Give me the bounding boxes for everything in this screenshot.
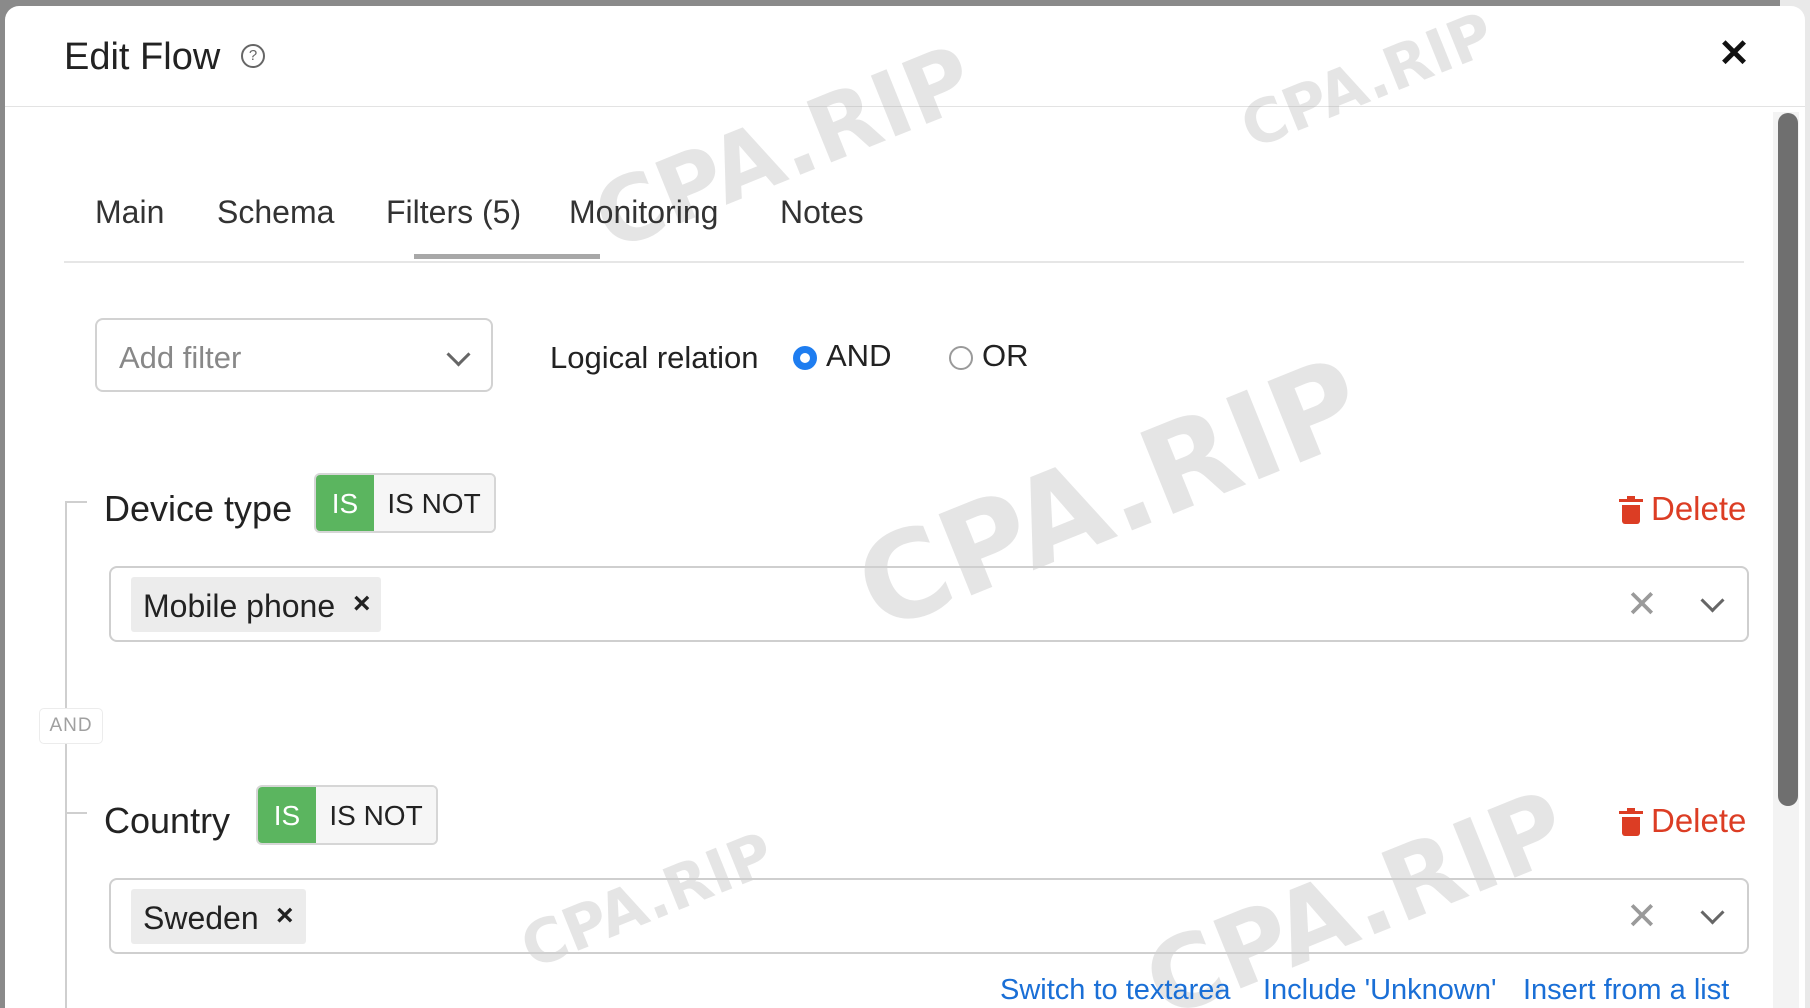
tree-connector: [65, 501, 67, 1008]
chevron-down-icon[interactable]: [1700, 900, 1725, 925]
trash-icon[interactable]: [1619, 808, 1643, 836]
filter-label-country: Country: [104, 800, 231, 841]
scrollbar-thumb[interactable]: [1778, 113, 1798, 806]
is-toggle-device-type: IS IS NOT: [314, 473, 496, 533]
add-filter-select[interactable]: Add filter: [95, 318, 493, 392]
is-not-button[interactable]: IS NOT: [316, 787, 436, 843]
include-unknown-link[interactable]: Include 'Unknown': [1263, 974, 1497, 1007]
is-not-button[interactable]: IS NOT: [374, 475, 494, 531]
is-button[interactable]: IS: [316, 475, 374, 531]
clear-icon[interactable]: ✕: [1626, 894, 1658, 939]
country-select[interactable]: Sweden × ✕: [109, 878, 1749, 954]
is-toggle-country: IS IS NOT: [256, 785, 438, 845]
switch-to-textarea-link[interactable]: Switch to textarea: [1000, 974, 1231, 1007]
selected-chip: Mobile phone ×: [131, 577, 381, 632]
clear-icon[interactable]: ✕: [1626, 582, 1658, 627]
delete-country-button[interactable]: Delete: [1651, 802, 1746, 840]
selected-chip: Sweden ×: [131, 889, 306, 944]
add-filter-placeholder: Add filter: [119, 340, 242, 375]
chevron-down-icon[interactable]: [1700, 588, 1725, 613]
tab-schema[interactable]: Schema: [217, 194, 334, 231]
chevron-down-icon: [446, 342, 471, 367]
tab-filters[interactable]: Filters (5): [386, 194, 521, 231]
tree-connector: [65, 812, 87, 814]
chip-label: Mobile phone: [143, 588, 336, 624]
insert-from-list-link[interactable]: Insert from a list: [1523, 974, 1729, 1007]
modal-title: Edit Flow: [64, 36, 221, 78]
edit-flow-modal: Edit Flow ? ✕ CPA.RIP CPA.RIP CPA.RIP CP…: [5, 6, 1805, 1008]
chip-label: Sweden: [143, 900, 259, 936]
logical-relation-label: Logical relation: [550, 340, 759, 375]
tab-monitoring[interactable]: Monitoring: [569, 194, 718, 231]
chip-remove-icon[interactable]: ×: [353, 587, 371, 621]
chip-remove-icon[interactable]: ×: [276, 899, 294, 933]
is-button[interactable]: IS: [258, 787, 316, 843]
tab-notes[interactable]: Notes: [780, 194, 864, 231]
modal-header: Edit Flow ? ✕: [5, 6, 1805, 107]
radio-or[interactable]: [949, 346, 973, 370]
tree-connector: [65, 501, 87, 503]
filter-label-device-type: Device type: [104, 488, 293, 529]
radio-and-label[interactable]: AND: [826, 338, 891, 374]
tab-bar: Main Schema Filters (5) Monitoring Notes: [64, 176, 1744, 263]
tab-main[interactable]: Main: [95, 194, 164, 231]
radio-and[interactable]: [793, 346, 817, 370]
active-tab-indicator: [414, 254, 600, 259]
delete-device-type-button[interactable]: Delete: [1651, 490, 1746, 528]
trash-icon[interactable]: [1619, 496, 1643, 524]
device-type-select[interactable]: Mobile phone × ✕: [109, 566, 1749, 642]
close-icon[interactable]: ✕: [1718, 35, 1750, 73]
question-circle-icon[interactable]: ?: [241, 44, 265, 68]
radio-or-label[interactable]: OR: [982, 338, 1029, 374]
and-connector-label: AND: [39, 708, 103, 744]
